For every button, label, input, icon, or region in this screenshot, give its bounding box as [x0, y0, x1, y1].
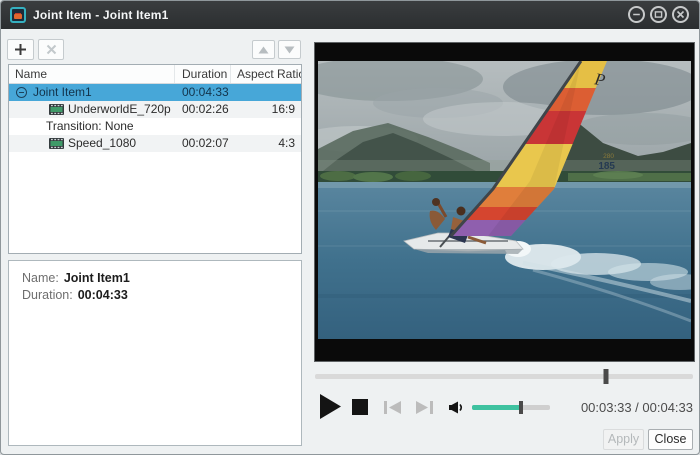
- maximize-button[interactable]: [650, 6, 667, 23]
- previous-icon: [384, 401, 401, 414]
- row-aspect-ratio: [231, 84, 301, 101]
- apply-button[interactable]: Apply: [603, 429, 644, 450]
- column-header-duration: Duration: [175, 65, 231, 83]
- minimize-button[interactable]: [628, 6, 645, 23]
- volume-icon: [449, 401, 463, 414]
- name-value: Joint Item1: [63, 271, 130, 285]
- row-aspect-ratio: 4:3: [278, 136, 295, 150]
- details-name-line: Name: Joint Item1: [22, 270, 301, 287]
- clip-list: Name Duration Aspect Ratio Joint Item1 0…: [8, 64, 302, 254]
- delete-x-icon: [46, 44, 56, 55]
- table-row-joint-item[interactable]: Joint Item1 00:04:33: [9, 84, 301, 101]
- video-frame-image: P 280 185: [318, 61, 691, 339]
- arrow-up-icon: [258, 46, 269, 53]
- next-icon: [416, 401, 433, 414]
- previous-button[interactable]: [382, 400, 403, 415]
- column-header-aspect-ratio: Aspect Ratio: [237, 67, 301, 81]
- seek-bar[interactable]: [315, 369, 693, 384]
- seek-track[interactable]: [315, 374, 693, 379]
- minimize-icon: [633, 13, 640, 16]
- table-row-transition[interactable]: Transition: None: [9, 118, 301, 135]
- row-name: Speed_1080: [68, 136, 137, 150]
- arrow-down-icon: [284, 46, 295, 53]
- plus-icon: [15, 44, 26, 55]
- sail-number: 185: [598, 161, 615, 172]
- row-duration: 00:04:33: [182, 85, 229, 99]
- row-name: Joint Item1: [33, 85, 92, 99]
- column-header-name: Name: [9, 65, 175, 83]
- details-duration-line: Duration: 00:04:33: [22, 287, 301, 304]
- table-row-clip[interactable]: UnderworldE_720p 00:02:26 16:9: [9, 101, 301, 118]
- next-button[interactable]: [414, 400, 435, 415]
- volume-handle[interactable]: [519, 401, 524, 414]
- close-icon: [676, 10, 685, 19]
- table-row-clip[interactable]: Speed_1080 00:02:07 4:3: [9, 135, 301, 152]
- row-duration: 00:02:26: [182, 102, 229, 116]
- row-name: Transition: None: [46, 119, 134, 133]
- play-icon: [320, 394, 341, 419]
- volume-fill: [472, 405, 522, 410]
- list-header: Name Duration Aspect Ratio: [9, 65, 301, 84]
- window-title: Joint Item - Joint Item1: [33, 8, 169, 22]
- close-button[interactable]: Close: [648, 429, 693, 450]
- video-clip-icon: [49, 138, 64, 149]
- details-panel: Name: Joint Item1 Duration: 00:04:33: [8, 260, 302, 446]
- play-button[interactable]: [318, 393, 342, 420]
- collapse-icon[interactable]: [16, 87, 27, 98]
- move-down-button[interactable]: [278, 40, 301, 59]
- stop-button[interactable]: [352, 399, 368, 415]
- row-duration: 00:02:07: [182, 136, 229, 150]
- move-up-button[interactable]: [252, 40, 275, 59]
- duration-value: 00:04:33: [77, 288, 128, 302]
- seek-handle[interactable]: [603, 369, 609, 384]
- name-label: Name:: [22, 271, 59, 285]
- joint-item-dialog: Joint Item - Joint Item1 Name Duration A…: [0, 0, 700, 455]
- sail-number-small: 280: [603, 153, 614, 160]
- remove-file-button[interactable]: [38, 39, 64, 60]
- volume-slider[interactable]: [472, 400, 550, 415]
- duration-label: Duration:: [22, 288, 73, 302]
- title-bar: Joint Item - Joint Item1: [1, 1, 699, 29]
- volume-button[interactable]: [447, 399, 464, 416]
- video-preview: P 280 185: [314, 42, 695, 362]
- close-window-button[interactable]: [672, 6, 689, 23]
- maximize-icon: [654, 11, 663, 18]
- app-icon: [10, 7, 26, 23]
- add-file-button[interactable]: [7, 39, 34, 60]
- video-clip-icon: [49, 104, 64, 115]
- row-aspect-ratio: 16:9: [271, 102, 295, 116]
- time-display: 00:03:33 / 00:04:33: [580, 400, 693, 415]
- row-name: UnderworldE_720p: [68, 102, 171, 116]
